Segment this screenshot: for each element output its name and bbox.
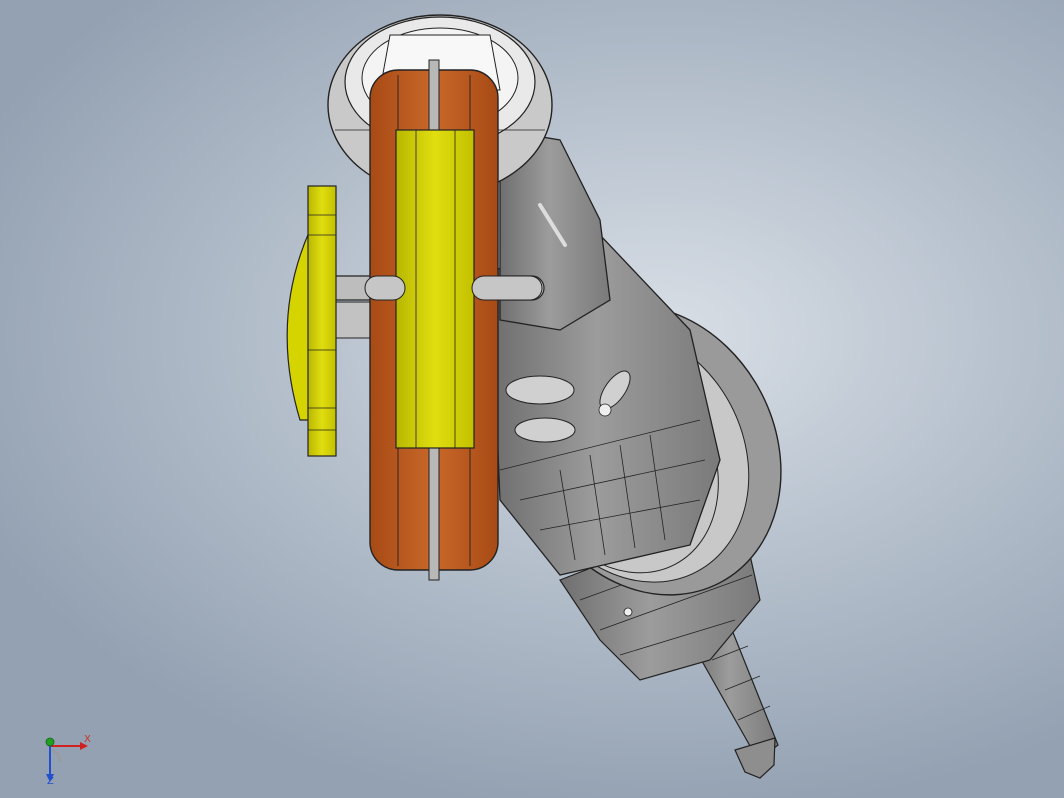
tool-assembly-model[interactable] bbox=[0, 0, 1064, 798]
yellow-clamp-block bbox=[395, 129, 475, 449]
yellow-gear-knob[interactable] bbox=[286, 185, 337, 457]
z-axis-label: Z bbox=[47, 776, 54, 787]
cad-viewport[interactable]: X Z bbox=[0, 0, 1064, 798]
orientation-triad: X Z bbox=[38, 730, 98, 790]
x-axis-label: X bbox=[84, 734, 91, 745]
